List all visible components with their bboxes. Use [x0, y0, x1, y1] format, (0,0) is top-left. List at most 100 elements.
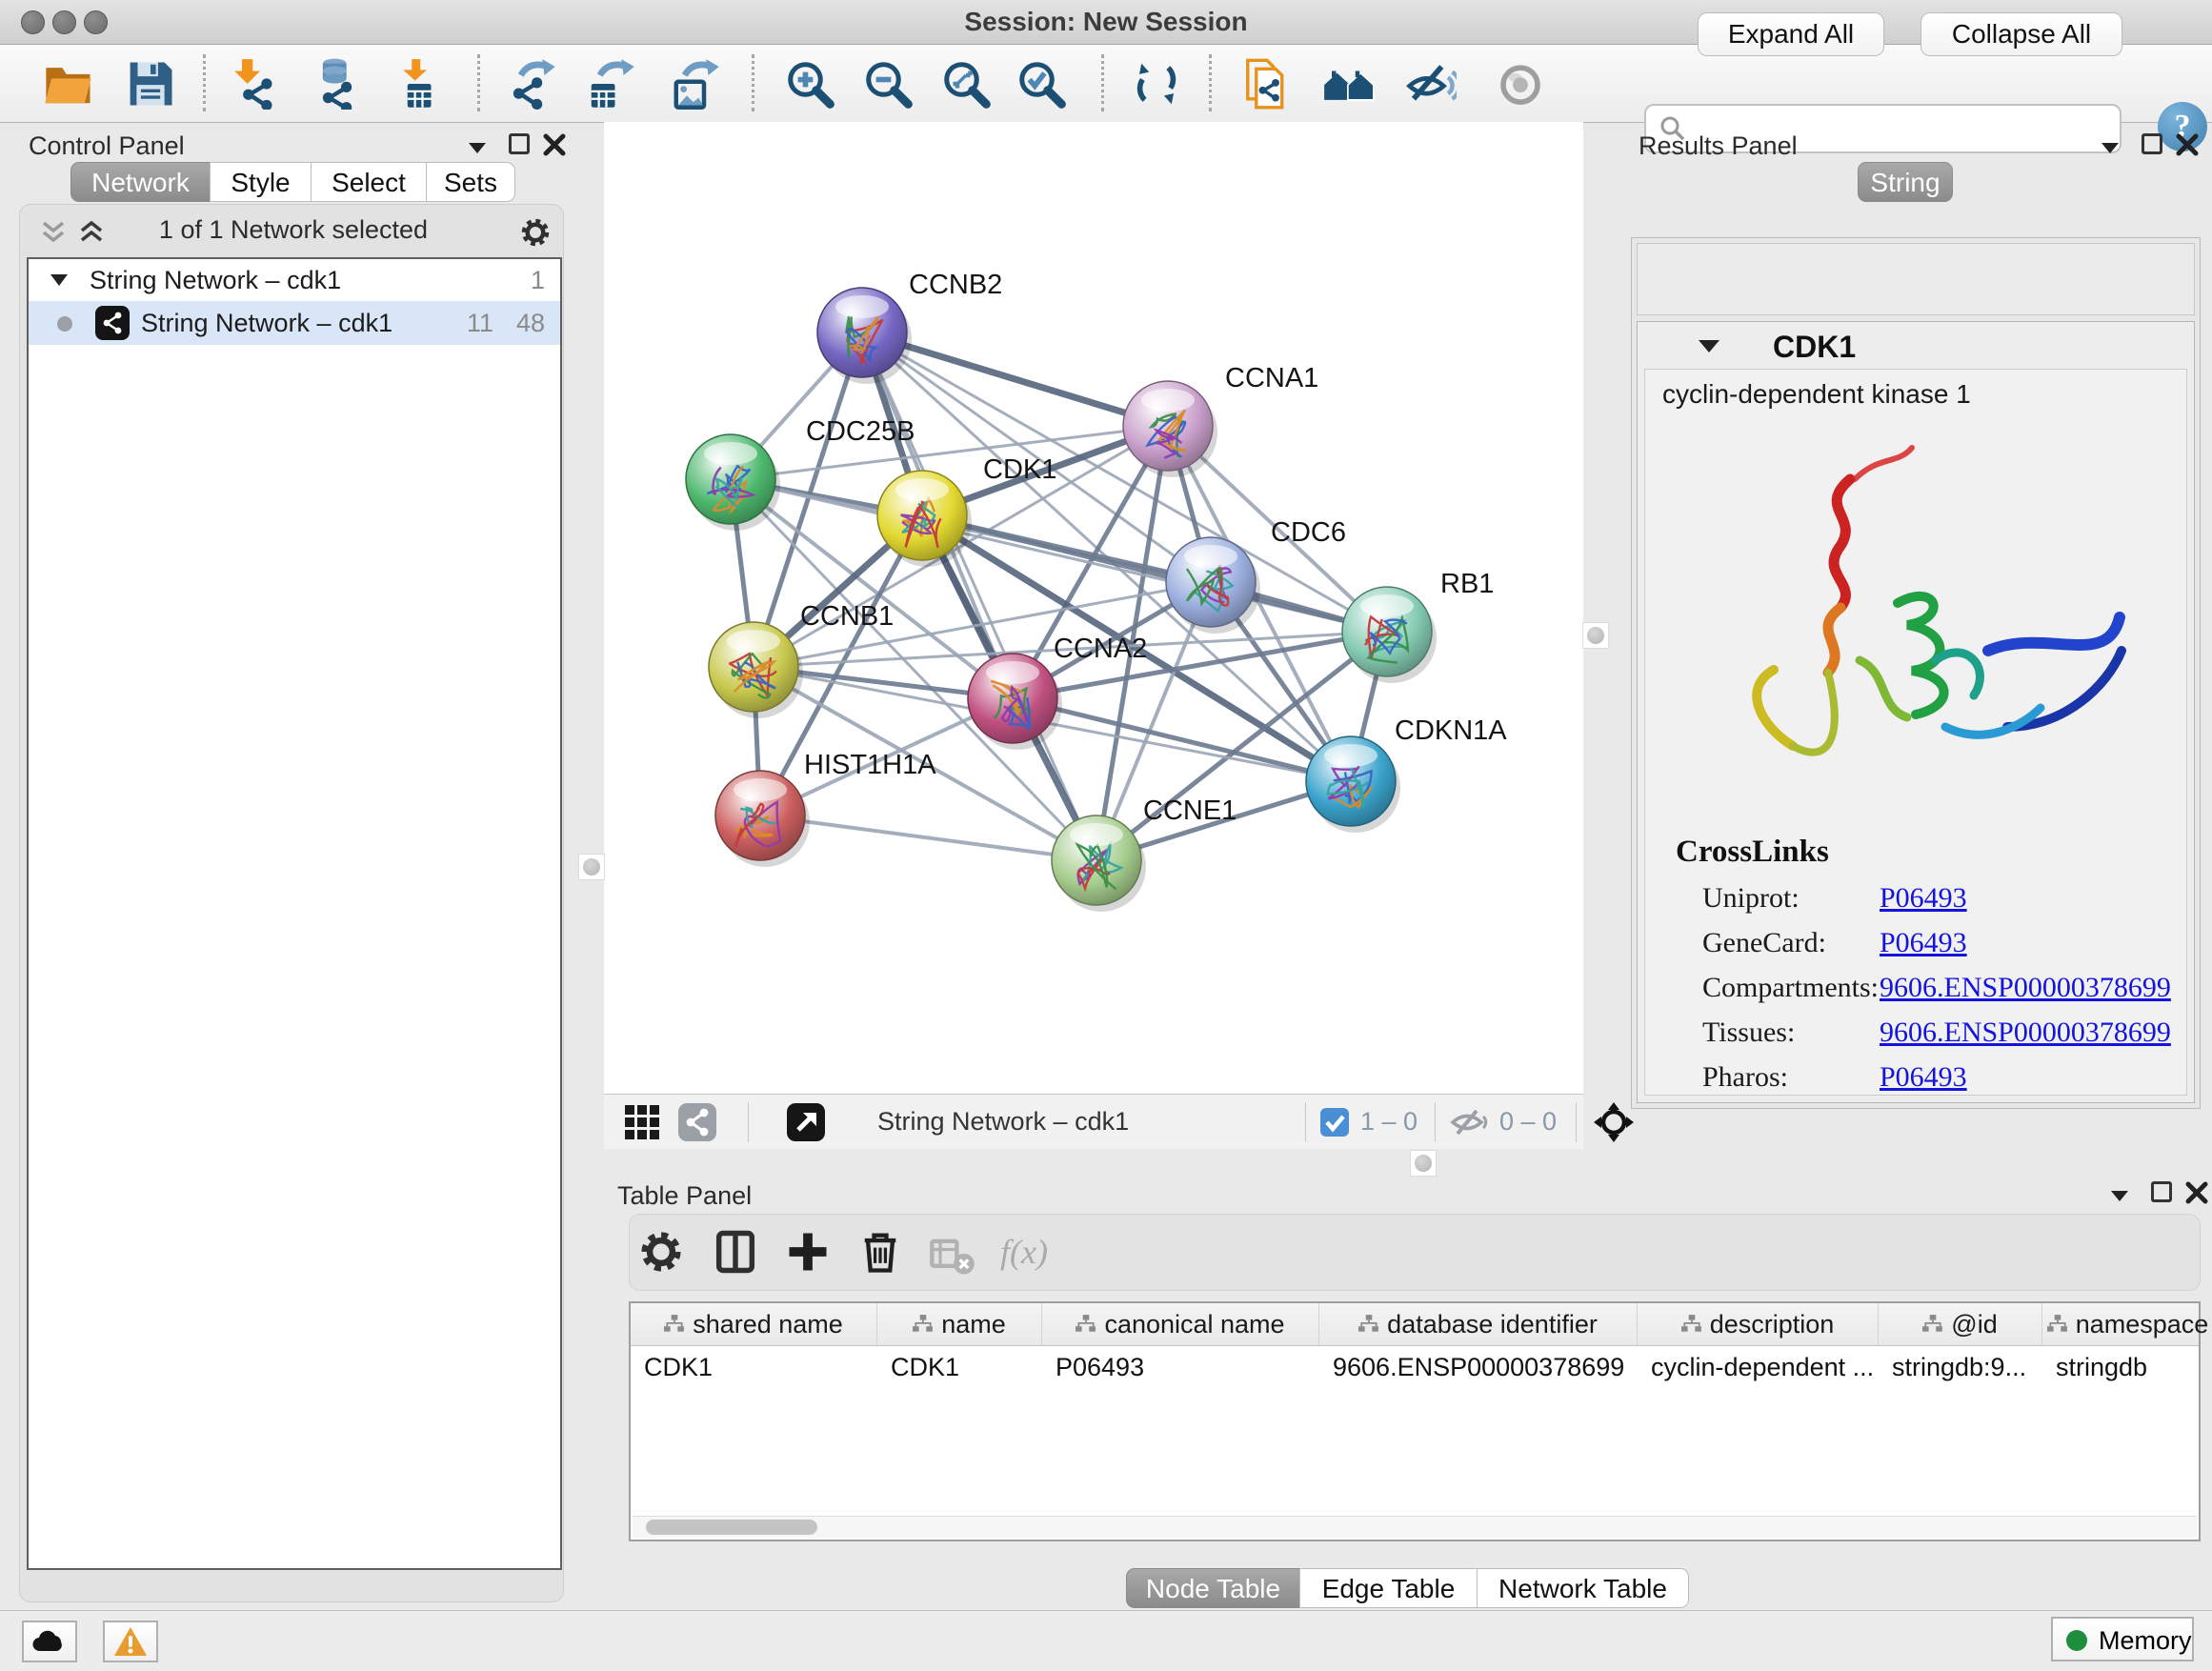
hide-glasses-button[interactable]	[1405, 58, 1457, 110]
bottom-splitter-handle[interactable]	[1410, 1150, 1437, 1177]
network-row-selected[interactable]: String Network – cdk1 11 48	[29, 301, 560, 345]
collection-expand-icon[interactable]	[50, 272, 70, 288]
column-header-namespace[interactable]: namespace	[2042, 1303, 2212, 1345]
results-panel-menu-icon[interactable]	[2100, 139, 2122, 156]
network-options-gear-icon[interactable]	[518, 215, 553, 250]
tab-edge-table[interactable]: Edge Table	[1299, 1568, 1478, 1608]
selected-checkbox-icon[interactable]	[1320, 1108, 1349, 1137]
column-header-name[interactable]: name	[877, 1303, 1042, 1345]
column-type-icon	[1076, 1315, 1096, 1334]
table-panel-close-icon[interactable]	[2185, 1181, 2208, 1204]
crosslink-link[interactable]: 9606.ENSP00000378699	[1880, 1017, 2171, 1049]
crosslink-link[interactable]: P06493	[1880, 882, 1967, 915]
control-panel-menu-icon[interactable]	[467, 139, 490, 156]
tab-sets[interactable]: Sets	[426, 162, 515, 202]
string-share-gray-icon[interactable]	[678, 1103, 716, 1141]
network-node-cdk1[interactable]	[877, 471, 972, 567]
expand-all-networks-icon[interactable]	[78, 219, 105, 246]
table-row[interactable]: CDK1CDK1P064939606.ENSP00000378699cyclin…	[631, 1346, 2199, 1388]
warnings-button[interactable]	[103, 1621, 158, 1662]
network-node-cdc25b[interactable]	[686, 434, 780, 531]
control-panel-float-icon[interactable]	[509, 133, 530, 154]
zoom-in-button[interactable]	[784, 58, 835, 110]
column-header-shared-name[interactable]: shared name	[631, 1303, 877, 1345]
import-table-button[interactable]	[392, 58, 444, 110]
footer-separator	[1576, 1102, 1577, 1142]
network-collection-row[interactable]: String Network – cdk1 1	[29, 259, 560, 301]
tab-style[interactable]: Style	[210, 162, 312, 202]
show-columns-button[interactable]	[711, 1227, 760, 1277]
table-cell[interactable]: CDK1	[877, 1346, 1042, 1388]
table-cell[interactable]: P06493	[1042, 1346, 1319, 1388]
tab-network-table[interactable]: Network Table	[1477, 1568, 1689, 1608]
control-panel-close-icon[interactable]	[543, 133, 566, 156]
network-node-hist1h1a[interactable]	[715, 771, 810, 867]
home-button[interactable]	[1323, 58, 1375, 110]
results-panel-float-icon[interactable]	[2142, 133, 2162, 154]
cloud-status-button[interactable]	[22, 1621, 77, 1662]
column-header-canonical-name[interactable]: canonical name	[1042, 1303, 1319, 1345]
tab-select[interactable]: Select	[311, 162, 427, 202]
left-splitter-handle[interactable]	[578, 854, 605, 880]
tab-node-table[interactable]: Node Table	[1126, 1568, 1300, 1608]
network-canvas[interactable]: CCNB2CCNA1CDC25BCDK1CDC6RB1CCNB1CCNA2CDK…	[604, 122, 1583, 1094]
show-eye-button[interactable]	[1495, 58, 1546, 110]
node-count: 11	[467, 301, 493, 345]
import-network-file-button[interactable]	[225, 58, 276, 110]
zoom-selected-button[interactable]	[1016, 58, 1067, 110]
birds-eye-grid-icon[interactable]	[623, 1103, 661, 1141]
table-cell[interactable]: stringdb	[2042, 1346, 2212, 1388]
network-edge[interactable]	[760, 815, 1096, 860]
table-header-row: shared namenamecanonical namedatabase id…	[631, 1303, 2199, 1346]
network-node-cdkn1a[interactable]	[1306, 736, 1400, 833]
table-settings-gear-button[interactable]	[636, 1227, 686, 1277]
import-network-database-button[interactable]	[307, 58, 358, 110]
save-session-button[interactable]	[125, 58, 176, 110]
scrollbar-thumb[interactable]	[646, 1520, 817, 1535]
column-header-database-identifier[interactable]: database identifier	[1319, 1303, 1638, 1345]
zoom-out-button[interactable]	[862, 58, 914, 110]
export-image-button[interactable]	[670, 58, 721, 110]
add-column-button[interactable]	[783, 1227, 833, 1277]
share-network-file-button[interactable]	[1241, 58, 1293, 110]
column-header-description[interactable]: description	[1638, 1303, 1879, 1345]
table-panel-float-icon[interactable]	[2151, 1181, 2172, 1202]
gene-card-header[interactable]: CDK1	[1638, 322, 2194, 368]
expand-all-button[interactable]: Expand All	[1698, 12, 1884, 56]
open-in-new-icon[interactable]	[787, 1103, 825, 1141]
gene-collapse-icon[interactable]	[1697, 337, 1721, 354]
network-list: String Network – cdk1 1 String Network –…	[27, 257, 562, 1570]
export-network-button[interactable]	[506, 58, 557, 110]
tab-string[interactable]: String	[1858, 162, 1953, 202]
results-panel-tabs: String	[1858, 162, 1953, 202]
zoom-fit-button[interactable]	[940, 58, 992, 110]
table-cell[interactable]: cyclin-dependent ...	[1638, 1346, 1879, 1388]
refresh-view-button[interactable]	[1131, 58, 1182, 110]
collapse-all-button[interactable]: Collapse All	[1920, 12, 2122, 56]
crosslink-link[interactable]: 9606.ENSP00000378699	[1880, 972, 2171, 1004]
collapse-all-networks-icon[interactable]	[40, 219, 67, 246]
open-session-button[interactable]	[43, 58, 94, 110]
results-buttons-row	[1637, 243, 2195, 315]
table-panel-menu-icon[interactable]	[2109, 1187, 2132, 1204]
table-cell[interactable]: CDK1	[631, 1346, 877, 1388]
network-node-rb1[interactable]	[1342, 587, 1437, 683]
network-edge[interactable]	[862, 332, 1096, 860]
results-panel-close-icon[interactable]	[2176, 133, 2199, 156]
table-horizontal-scrollbar[interactable]	[633, 1516, 2197, 1538]
memory-button[interactable]: Memory	[2051, 1617, 2194, 1661]
table-cell[interactable]: 9606.ENSP00000378699	[1319, 1346, 1638, 1388]
crosshair-icon[interactable]	[1593, 1101, 1635, 1143]
network-node-ccna2[interactable]	[968, 654, 1062, 750]
table-cell[interactable]: stringdb:9...	[1879, 1346, 2042, 1388]
crosslink-link[interactable]: P06493	[1880, 927, 1967, 959]
column-header--id[interactable]: @id	[1879, 1303, 2042, 1345]
tab-network[interactable]: Network	[70, 162, 211, 202]
network-node-ccna1[interactable]	[1123, 381, 1217, 477]
right-splitter-handle[interactable]	[1582, 622, 1609, 649]
export-table-button[interactable]	[585, 58, 636, 110]
delete-column-button[interactable]	[855, 1227, 905, 1277]
crosslink-link[interactable]: P06493	[1880, 1061, 1967, 1094]
hidden-eye-icon	[1450, 1107, 1490, 1137]
node-label-cdc25b: CDC25B	[806, 416, 915, 447]
